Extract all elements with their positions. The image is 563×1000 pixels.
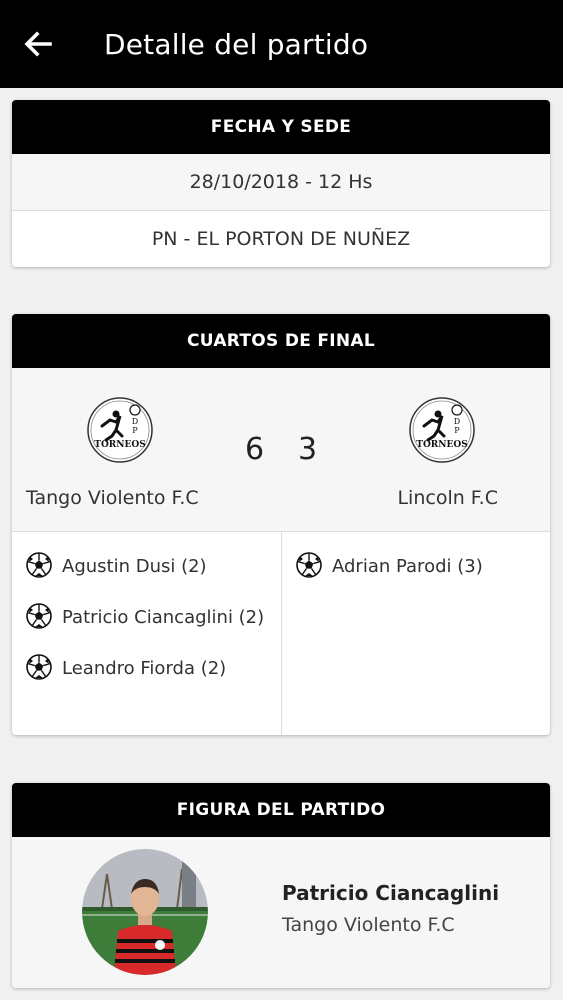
match-date-time: 28/10/2018 - 12 Hs [12,154,550,210]
home-team-logo[interactable]: D P TORNEOS [86,396,154,464]
svg-text:TORNEOS: TORNEOS [416,440,467,450]
scorer-item: Patricio Ciancaglini (2) [26,603,267,632]
round-header: CUARTOS DE FINAL [12,314,550,368]
soccer-ball-icon [26,654,52,680]
scorer-name[interactable]: Agustin Dusi (2) [62,556,207,577]
date-venue-card: FECHA Y SEDE 28/10/2018 - 12 Hs PN - EL … [12,100,550,267]
away-score: 3 [298,432,318,467]
soccer-ball-icon [296,552,322,578]
player-name[interactable]: Patricio Ciancaglini [282,881,499,905]
back-button[interactable] [6,0,70,88]
home-scorers-list: Agustin Dusi (2) Patricio Ciancaglini (2… [12,532,282,735]
scorer-item: Agustin Dusi (2) [26,552,267,581]
score-area: D P TORNEOS 6 3 D P TORNEOS Tango Violen… [12,368,550,532]
home-score: 6 [245,432,265,467]
player-team: Tango Violento F.C [282,914,455,936]
player-of-match-body: Patricio Ciancaglini Tango Violento F.C [12,837,550,988]
scorers-section: Agustin Dusi (2) Patricio Ciancaglini (2… [12,532,550,735]
player-avatar[interactable] [82,849,208,975]
app-bar: Detalle del partido [0,0,563,88]
player-of-match-header: FIGURA DEL PARTIDO [12,783,550,837]
soccer-ball-icon [26,552,52,578]
away-team-name[interactable]: Lincoln F.C [397,487,498,509]
scorer-item: Leandro Fiorda (2) [26,654,267,683]
scorer-name[interactable]: Leandro Fiorda (2) [62,658,226,679]
scorer-item: Adrian Parodi (3) [296,552,536,581]
home-team-name[interactable]: Tango Violento F.C [26,487,199,509]
match-card: CUARTOS DE FINAL D P TORNEOS 6 3 D P TOR… [12,314,550,735]
svg-text:P: P [454,426,460,435]
player-of-match-card: FIGURA DEL PARTIDO Patricio Ciancaglini … [12,783,550,988]
away-team-logo[interactable]: D P TORNEOS [408,396,476,464]
scorer-name[interactable]: Patricio Ciancaglini (2) [62,607,264,628]
soccer-ball-icon [26,603,52,629]
svg-text:P: P [132,426,138,435]
date-venue-header: FECHA Y SEDE [12,100,550,154]
scorer-name[interactable]: Adrian Parodi (3) [332,556,483,577]
svg-text:D: D [454,417,460,426]
svg-text:TORNEOS: TORNEOS [94,440,145,450]
match-venue[interactable]: PN - EL PORTON DE NUÑEZ [12,210,550,266]
away-scorers-list: Adrian Parodi (3) [282,532,550,735]
svg-text:D: D [132,417,138,426]
arrow-left-icon [24,31,52,57]
page-title: Detalle del partido [104,27,369,61]
